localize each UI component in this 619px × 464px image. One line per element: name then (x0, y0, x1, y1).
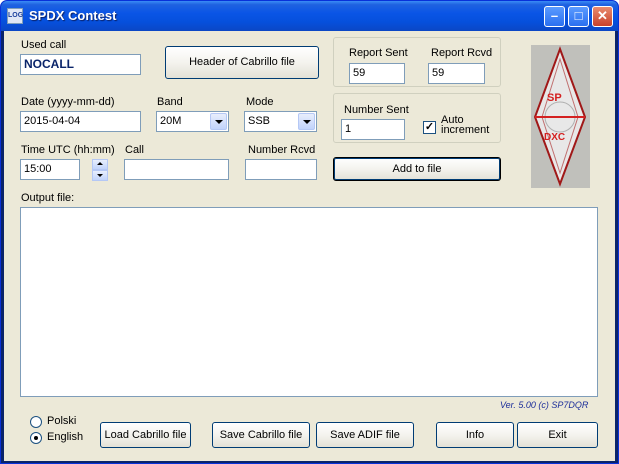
exit-button[interactable]: Exit (517, 422, 598, 448)
used-call-label: Used call (21, 39, 67, 51)
date-input[interactable]: 2015-04-04 (20, 111, 141, 132)
auto-increment-checkbox[interactable]: ✓ (423, 121, 436, 134)
radio-english[interactable] (30, 432, 42, 444)
app-icon: LOG (7, 8, 23, 24)
band-label: Band (157, 96, 183, 108)
window-title: SPDX Contest (29, 8, 117, 23)
report-sent-input[interactable]: 59 (349, 63, 405, 84)
time-input[interactable]: 15:00 (20, 159, 80, 180)
app-window: LOG SPDX Contest – □ ✕ Used call NOCALL … (0, 0, 619, 464)
mode-label: Mode (246, 96, 274, 108)
report-rcvd-input[interactable]: 59 (428, 63, 485, 84)
mode-value: SSB (248, 115, 271, 127)
minimize-button[interactable]: – (544, 6, 565, 27)
call-input[interactable] (124, 159, 229, 180)
output-label: Output file: (21, 192, 75, 204)
version-text: Ver. 5.00 (c) SP7DQR (500, 400, 589, 410)
arrow-down-icon (97, 174, 103, 177)
chevron-down-icon[interactable] (210, 113, 227, 130)
band-value: 20M (160, 115, 182, 127)
time-spin-up[interactable] (92, 159, 108, 170)
spdxc-logo-graphic (531, 45, 590, 188)
used-call-input[interactable]: NOCALL (20, 54, 141, 75)
number-sent-label: Number Sent (344, 104, 409, 116)
maximize-button[interactable]: □ (568, 6, 589, 27)
number-rcvd-input[interactable] (245, 159, 317, 180)
header-cabrillo-button[interactable]: Header of Cabrillo file (165, 46, 319, 79)
minimize-icon: – (550, 8, 559, 23)
auto-increment-label: Auto increment (441, 115, 490, 136)
report-sent-label: Report Sent (349, 47, 408, 59)
number-sent-input[interactable]: 1 (341, 119, 405, 140)
save-adif-button[interactable]: Save ADIF file (316, 422, 414, 448)
radio-polski[interactable] (30, 416, 42, 428)
auto-increment-label-line2: increment (441, 124, 490, 136)
chevron-down-icon[interactable] (298, 113, 315, 130)
time-label: Time UTC (hh:mm) (21, 144, 115, 156)
band-select[interactable]: 20M (156, 111, 229, 132)
time-spin-down[interactable] (92, 170, 108, 181)
close-icon: ✕ (597, 8, 608, 23)
radio-english-label: English (47, 431, 84, 443)
date-label: Date (yyyy-mm-dd) (21, 96, 115, 108)
close-button[interactable]: ✕ (592, 6, 613, 27)
client-area: Used call NOCALL Header of Cabrillo file… (4, 31, 615, 461)
mode-select[interactable]: SSB (244, 111, 317, 132)
output-textarea[interactable] (20, 207, 598, 397)
logo-bottom-text: DXC (544, 132, 566, 143)
logo-top-text: SP (547, 92, 562, 104)
number-rcvd-label: Number Rcvd (248, 144, 316, 156)
report-rcvd-label: Report Rcvd (431, 47, 493, 59)
add-to-file-button[interactable]: Add to file (333, 157, 501, 181)
load-cabrillo-button[interactable]: Load Cabrillo file (100, 422, 191, 448)
title-bar[interactable]: LOG SPDX Contest – □ ✕ (1, 1, 618, 31)
call-label: Call (125, 144, 144, 156)
spdxc-logo: SP DXC (531, 45, 590, 188)
info-button[interactable]: Info (436, 422, 514, 448)
save-cabrillo-button[interactable]: Save Cabrillo file (212, 422, 310, 448)
maximize-icon: □ (574, 8, 583, 23)
radio-polski-label: Polski (47, 415, 77, 427)
arrow-up-icon (97, 162, 103, 165)
